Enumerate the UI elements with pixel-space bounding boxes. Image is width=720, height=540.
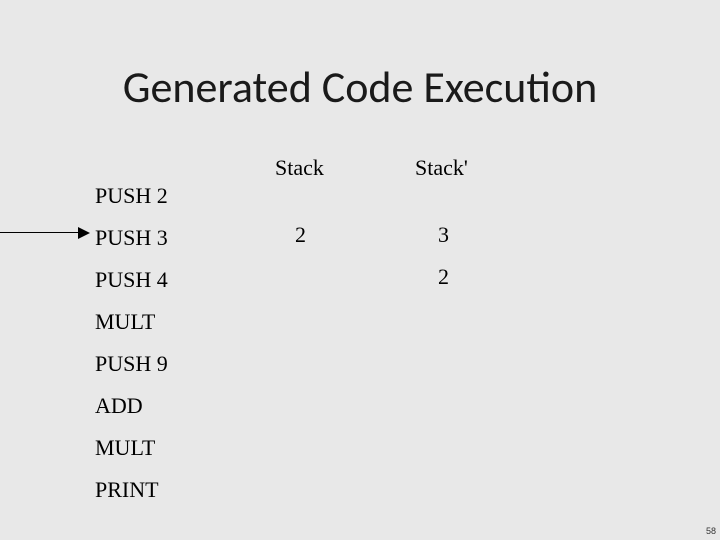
stack-after-cell: 3: [438, 222, 449, 248]
stack-after-cell: 2: [438, 264, 449, 290]
instruction-item: PUSH 3: [95, 227, 168, 249]
instruction-item: PRINT: [95, 479, 168, 501]
instruction-list: PUSH 2 PUSH 3 PUSH 4 MULT PUSH 9 ADD MUL…: [95, 185, 168, 521]
stack-before-cell: 2: [295, 222, 306, 248]
current-instruction-arrow: [0, 232, 90, 234]
instruction-item: PUSH 2: [95, 185, 168, 207]
arrow-line: [0, 232, 80, 233]
stack-after-header: Stack': [415, 155, 468, 181]
page-number: 58: [706, 526, 716, 536]
stack-before-header: Stack: [275, 155, 324, 181]
instruction-item: PUSH 9: [95, 353, 168, 375]
instruction-item: MULT: [95, 437, 168, 459]
instruction-item: PUSH 4: [95, 269, 168, 291]
instruction-item: MULT: [95, 311, 168, 333]
instruction-item: ADD: [95, 395, 168, 417]
slide: Generated Code Execution PUSH 2 PUSH 3 P…: [0, 0, 720, 540]
slide-title: Generated Code Execution: [0, 60, 720, 114]
arrow-head-icon: [78, 227, 90, 239]
